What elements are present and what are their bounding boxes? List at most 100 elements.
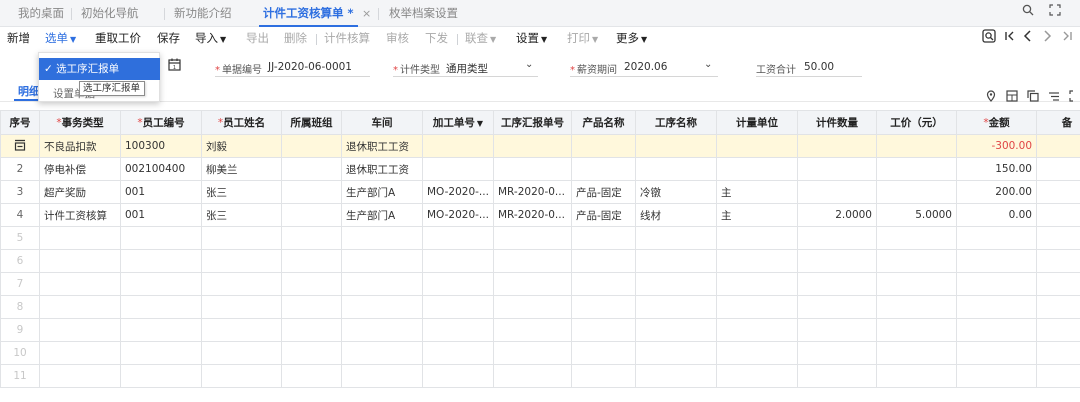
cell-mr[interactable]: MR-2020-0...	[493, 203, 572, 227]
first-record-icon[interactable]	[1004, 29, 1016, 47]
empty-cell[interactable]	[201, 341, 282, 365]
empty-cell[interactable]	[797, 249, 877, 273]
empty-cell[interactable]	[493, 226, 572, 250]
col-header[interactable]: 车间	[341, 110, 423, 135]
row-edit-icon[interactable]	[14, 139, 26, 154]
new-button[interactable]: 新增	[7, 30, 30, 46]
empty-cell[interactable]	[1036, 249, 1080, 273]
col-header[interactable]: 所属班组	[281, 110, 342, 135]
calc-button[interactable]: 计件核算	[324, 30, 370, 46]
cell-product[interactable]	[571, 134, 636, 158]
table-row[interactable]: 2 停电补偿 002100400 柳美兰 退休职工工资 150.00	[0, 157, 1080, 181]
tab-piece-wage[interactable]: 计件工资核算单 *	[259, 0, 358, 27]
col-header[interactable]: 工序汇报单号	[493, 110, 572, 135]
empty-cell[interactable]	[876, 226, 957, 250]
cell-name[interactable]: 柳美兰	[201, 157, 282, 181]
cell-mo[interactable]: MO-2020-...	[422, 203, 494, 227]
table-row-empty[interactable]: 11	[0, 364, 1080, 388]
empty-cell[interactable]	[635, 341, 717, 365]
cell-type[interactable]: 停电补偿	[39, 157, 121, 181]
cell-type[interactable]: 不良品扣款	[39, 134, 121, 158]
import-button[interactable]: 导入 ▼	[195, 30, 226, 46]
empty-cell[interactable]	[341, 226, 423, 250]
empty-cell[interactable]	[422, 272, 494, 296]
empty-cell[interactable]	[120, 318, 202, 342]
cell-product[interactable]	[571, 157, 636, 181]
col-header[interactable]: 产品名称	[571, 110, 636, 135]
export-button[interactable]: 导出	[246, 30, 269, 46]
cell-name[interactable]: 张三	[201, 203, 282, 227]
cell-process[interactable]: 冷镦	[635, 180, 717, 204]
cell-mo[interactable]	[422, 134, 494, 158]
empty-cell[interactable]	[120, 341, 202, 365]
empty-cell[interactable]	[39, 226, 121, 250]
table-row[interactable]: 4 计件工资核算 001 张三 生产部门A MO-2020-... MR-202…	[0, 203, 1080, 227]
cell-price[interactable]	[876, 180, 957, 204]
empty-cell[interactable]	[493, 318, 572, 342]
prev-record-icon[interactable]	[1023, 29, 1033, 47]
cell-price[interactable]	[876, 134, 957, 158]
empty-cell[interactable]	[571, 318, 636, 342]
cell-name[interactable]: 张三	[201, 180, 282, 204]
chevron-down-icon[interactable]: ⌄	[525, 59, 533, 70]
col-header[interactable]: 工序名称	[635, 110, 717, 135]
empty-cell[interactable]	[956, 295, 1037, 319]
empty-cell[interactable]	[281, 341, 342, 365]
cell-mo[interactable]: MO-2020-...	[422, 180, 494, 204]
empty-cell[interactable]	[797, 341, 877, 365]
select-bill-button[interactable]: 选单 ▼	[45, 30, 76, 46]
empty-cell[interactable]	[876, 364, 957, 388]
cell-note[interactable]	[1036, 203, 1080, 227]
empty-cell[interactable]	[281, 364, 342, 388]
cell-team[interactable]	[281, 134, 342, 158]
col-header[interactable]: 加工单号 ▼	[422, 110, 494, 135]
period-select[interactable]: 2020.06	[624, 61, 667, 73]
empty-cell[interactable]	[281, 272, 342, 296]
empty-cell[interactable]	[422, 318, 494, 342]
empty-cell[interactable]	[120, 249, 202, 273]
cell-qty[interactable]: 2.0000	[797, 203, 877, 227]
empty-cell[interactable]	[956, 272, 1037, 296]
settings-button[interactable]: 设置 ▼	[516, 30, 547, 46]
table-row-empty[interactable]: 10	[0, 341, 1080, 365]
tab-new-features[interactable]: 新功能介绍	[174, 0, 232, 27]
empty-cell[interactable]	[635, 364, 717, 388]
cell-mo[interactable]	[422, 157, 494, 181]
cell-qty[interactable]	[797, 134, 877, 158]
empty-cell[interactable]	[876, 318, 957, 342]
empty-cell[interactable]	[635, 249, 717, 273]
empty-cell[interactable]	[876, 249, 957, 273]
empty-cell[interactable]	[39, 295, 121, 319]
cell-note[interactable]	[1036, 134, 1080, 158]
empty-cell[interactable]	[493, 295, 572, 319]
empty-cell[interactable]	[281, 295, 342, 319]
tab-close-icon[interactable]: ×	[362, 0, 371, 27]
cell-amount[interactable]: 0.00	[956, 203, 1037, 227]
cell-emp-no[interactable]: 100300	[120, 134, 202, 158]
cell-amount[interactable]: -300.00	[956, 134, 1037, 158]
col-header[interactable]: *金额	[956, 110, 1037, 135]
cell-type[interactable]: 计件工资核算	[39, 203, 121, 227]
empty-cell[interactable]	[876, 341, 957, 365]
table-row-empty[interactable]: 8	[0, 295, 1080, 319]
bill-no-field[interactable]: JJ-2020-06-0001	[268, 61, 352, 73]
empty-cell[interactable]	[716, 364, 798, 388]
filter-icon[interactable]	[1048, 90, 1060, 105]
empty-cell[interactable]	[493, 364, 572, 388]
empty-cell[interactable]	[120, 272, 202, 296]
last-record-icon[interactable]	[1061, 29, 1073, 47]
empty-cell[interactable]	[956, 341, 1037, 365]
tab-my-desktop[interactable]: 我的桌面	[18, 0, 64, 27]
issue-button[interactable]: 下发	[425, 30, 448, 46]
tab-enum-settings[interactable]: 枚举档案设置	[389, 0, 458, 27]
empty-cell[interactable]	[956, 249, 1037, 273]
cell-workshop[interactable]: 生产部门A	[341, 180, 423, 204]
table-row-empty[interactable]: 9	[0, 318, 1080, 342]
empty-cell[interactable]	[797, 226, 877, 250]
empty-cell[interactable]	[422, 249, 494, 273]
empty-cell[interactable]	[1036, 364, 1080, 388]
empty-cell[interactable]	[797, 364, 877, 388]
refetch-price-button[interactable]: 重取工价	[95, 30, 141, 46]
tab-init-nav[interactable]: 初始化导航	[81, 0, 139, 27]
table-row-empty[interactable]: 7	[0, 272, 1080, 296]
